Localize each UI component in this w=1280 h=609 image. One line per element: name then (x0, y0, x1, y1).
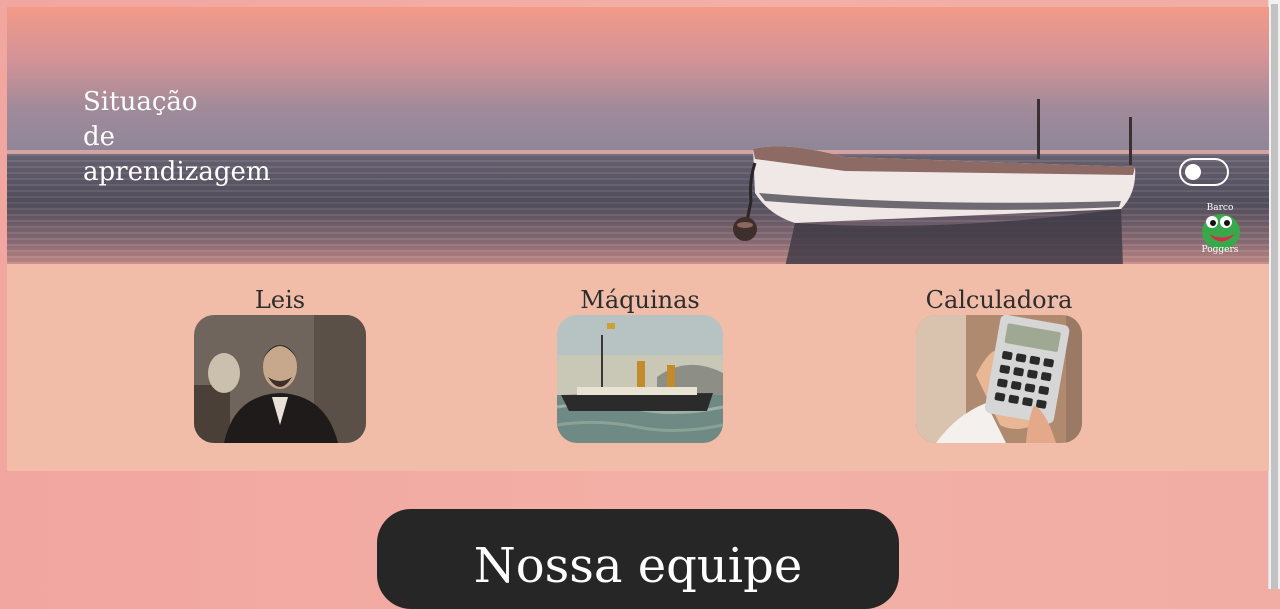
toggle-knob (1185, 164, 1201, 180)
card-calculadora[interactable]: Calculadora (916, 264, 1082, 443)
hero-banner: Situação de aprendizagem Barco Poggers (7, 7, 1269, 264)
scrollbar-thumb[interactable] (1271, 4, 1278, 589)
card-label: Máquinas (580, 286, 700, 314)
page: Situação de aprendizagem Barco Poggers L… (7, 7, 1269, 471)
calculator-image (916, 315, 1082, 443)
title-line-1: Situação (83, 87, 198, 117)
card-label: Leis (254, 286, 306, 314)
card-label: Calculadora (925, 286, 1073, 314)
portrait-image (194, 315, 366, 443)
card-maquinas[interactable]: Máquinas (557, 264, 723, 443)
card-leis[interactable]: Leis (194, 264, 366, 443)
rowboat-image (733, 99, 1136, 264)
title-line-3: aprendizagem (83, 157, 271, 187)
site-logo[interactable]: Barco Poggers (1197, 203, 1243, 257)
team-section: Nossa equipe (377, 509, 899, 609)
page-title: Situação de aprendizagem (83, 85, 271, 190)
topic-cards: Leis Máquinas Calculadora (7, 264, 1269, 471)
title-line-2: de (83, 122, 116, 152)
logo-bottom-text: Poggers (1201, 245, 1239, 255)
logo-top-text: Barco (1206, 203, 1234, 213)
scrollbar[interactable] (1268, 0, 1280, 589)
theme-toggle[interactable] (1179, 158, 1229, 186)
steamship-image (557, 315, 723, 443)
team-title: Nossa equipe (473, 538, 803, 594)
